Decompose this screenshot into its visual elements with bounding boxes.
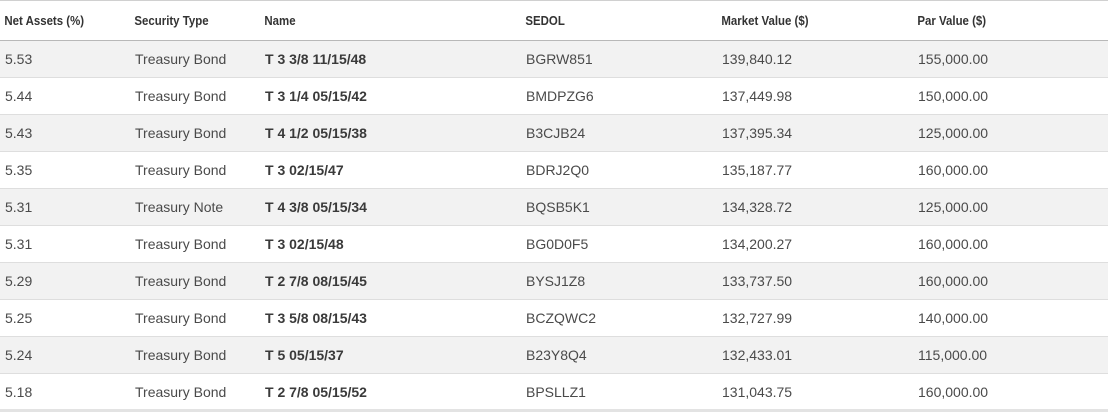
market-value-cell: 137,449.98 bbox=[717, 77, 913, 115]
sedol-cell: BQSB5K1 bbox=[521, 188, 717, 226]
par-value-cell: 125,000.00 bbox=[913, 188, 1108, 226]
security-type-cell: Treasury Bond bbox=[130, 77, 260, 115]
table-row: 5.53 Treasury Bond T 3 3/8 11/15/48 BGRW… bbox=[0, 40, 1108, 78]
security-type-cell: Treasury Bond bbox=[130, 151, 260, 189]
table-row: 5.18 Treasury Bond T 2 7/8 05/15/52 BPSL… bbox=[0, 373, 1108, 411]
net-assets-cell: 5.35 bbox=[0, 151, 130, 189]
market-value-cell: 131,043.75 bbox=[717, 373, 913, 411]
market-value-cell: 134,200.27 bbox=[717, 225, 913, 263]
market-value-cell: 132,433.01 bbox=[717, 336, 913, 374]
security-type-cell: Treasury Bond bbox=[130, 225, 260, 263]
market-value-cell: 133,737.50 bbox=[717, 262, 913, 300]
name-cell: T 3 5/8 08/15/43 bbox=[260, 299, 521, 337]
column-header-security-type[interactable]: Security Type bbox=[130, 0, 245, 41]
sedol-cell: BCZQWC2 bbox=[521, 299, 717, 337]
name-cell: T 3 02/15/48 bbox=[260, 225, 521, 263]
par-value-cell: 160,000.00 bbox=[913, 225, 1108, 263]
market-value-cell: 137,395.34 bbox=[717, 114, 913, 152]
par-value-cell: 160,000.00 bbox=[913, 262, 1108, 300]
par-value-cell: 155,000.00 bbox=[913, 40, 1108, 78]
security-type-cell: Treasury Bond bbox=[130, 336, 260, 374]
security-type-cell: Treasury Note bbox=[130, 188, 260, 226]
name-cell: T 3 3/8 11/15/48 bbox=[260, 40, 521, 78]
table-row: 5.35 Treasury Bond T 3 02/15/47 BDRJ2Q0 … bbox=[0, 151, 1108, 189]
net-assets-cell: 5.53 bbox=[0, 40, 130, 78]
par-value-cell: 140,000.00 bbox=[913, 299, 1108, 337]
name-cell: T 2 7/8 08/15/45 bbox=[260, 262, 521, 300]
name-cell: T 3 02/15/47 bbox=[260, 151, 521, 189]
net-assets-cell: 5.24 bbox=[0, 336, 130, 374]
sedol-cell: BPSLLZ1 bbox=[521, 373, 717, 411]
market-value-cell: 139,840.12 bbox=[717, 40, 913, 78]
sedol-cell: BG0D0F5 bbox=[521, 225, 717, 263]
table-row: 5.29 Treasury Bond T 2 7/8 08/15/45 BYSJ… bbox=[0, 262, 1108, 300]
security-type-cell: Treasury Bond bbox=[130, 299, 260, 337]
security-type-cell: Treasury Bond bbox=[130, 114, 260, 152]
header-row: Net Assets (%) Security Type Name SEDOL … bbox=[0, 0, 1108, 41]
net-assets-cell: 5.31 bbox=[0, 188, 130, 226]
par-value-cell: 115,000.00 bbox=[913, 336, 1108, 374]
column-header-sedol[interactable]: SEDOL bbox=[521, 0, 694, 41]
sedol-cell: BDRJ2Q0 bbox=[521, 151, 717, 189]
column-header-net-assets[interactable]: Net Assets (%) bbox=[0, 0, 115, 41]
column-header-par-value[interactable]: Par Value ($) bbox=[913, 0, 1085, 41]
net-assets-cell: 5.31 bbox=[0, 225, 130, 263]
table-row: 5.43 Treasury Bond T 4 1/2 05/15/38 B3CJ… bbox=[0, 114, 1108, 152]
name-cell: T 2 7/8 05/15/52 bbox=[260, 373, 521, 411]
sedol-cell: BGRW851 bbox=[521, 40, 717, 78]
sedol-cell: B23Y8Q4 bbox=[521, 336, 717, 374]
name-cell: T 3 1/4 05/15/42 bbox=[260, 77, 521, 115]
security-type-cell: Treasury Bond bbox=[130, 373, 260, 411]
net-assets-cell: 5.25 bbox=[0, 299, 130, 337]
security-type-cell: Treasury Bond bbox=[130, 40, 260, 78]
market-value-cell: 135,187.77 bbox=[717, 151, 913, 189]
par-value-cell: 160,000.00 bbox=[913, 151, 1108, 189]
market-value-cell: 132,727.99 bbox=[717, 299, 913, 337]
column-header-name[interactable]: Name bbox=[260, 0, 490, 41]
table-header: Net Assets (%) Security Type Name SEDOL … bbox=[0, 0, 1108, 41]
net-assets-cell: 5.29 bbox=[0, 262, 130, 300]
name-cell: T 4 3/8 05/15/34 bbox=[260, 188, 521, 226]
table-body: 5.53 Treasury Bond T 3 3/8 11/15/48 BGRW… bbox=[0, 40, 1108, 411]
sedol-cell: B3CJB24 bbox=[521, 114, 717, 152]
sedol-cell: BMDPZG6 bbox=[521, 77, 717, 115]
net-assets-cell: 5.18 bbox=[0, 373, 130, 411]
par-value-cell: 125,000.00 bbox=[913, 114, 1108, 152]
security-type-cell: Treasury Bond bbox=[130, 262, 260, 300]
market-value-cell: 134,328.72 bbox=[717, 188, 913, 226]
table-row: 5.31 Treasury Note T 4 3/8 05/15/34 BQSB… bbox=[0, 188, 1108, 226]
table-row: 5.25 Treasury Bond T 3 5/8 08/15/43 BCZQ… bbox=[0, 299, 1108, 337]
name-cell: T 5 05/15/37 bbox=[260, 336, 521, 374]
sedol-cell: BYSJ1Z8 bbox=[521, 262, 717, 300]
table-row: 5.31 Treasury Bond T 3 02/15/48 BG0D0F5 … bbox=[0, 225, 1108, 263]
table-row: 5.44 Treasury Bond T 3 1/4 05/15/42 BMDP… bbox=[0, 77, 1108, 115]
par-value-cell: 160,000.00 bbox=[913, 373, 1108, 411]
column-header-market-value[interactable]: Market Value ($) bbox=[717, 0, 890, 41]
table-row: 5.24 Treasury Bond T 5 05/15/37 B23Y8Q4 … bbox=[0, 336, 1108, 374]
net-assets-cell: 5.44 bbox=[0, 77, 130, 115]
holdings-table: Net Assets (%) Security Type Name SEDOL … bbox=[0, 0, 1108, 412]
name-cell: T 4 1/2 05/15/38 bbox=[260, 114, 521, 152]
par-value-cell: 150,000.00 bbox=[913, 77, 1108, 115]
net-assets-cell: 5.43 bbox=[0, 114, 130, 152]
